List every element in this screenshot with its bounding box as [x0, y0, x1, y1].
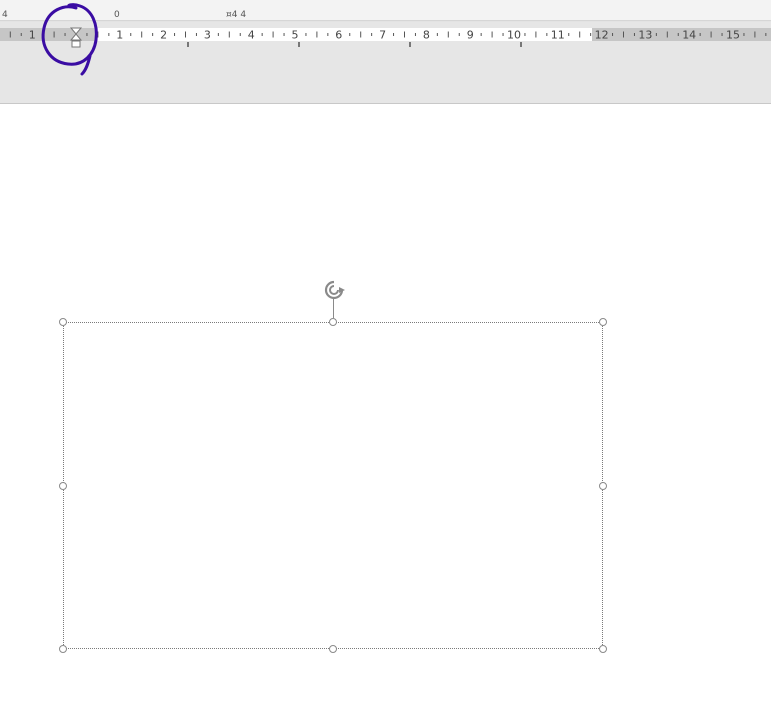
resize-handle-top[interactable]: [329, 318, 337, 326]
ruler-label: 4: [248, 29, 255, 42]
resize-handle-bottom-left[interactable]: [59, 645, 67, 653]
resize-handle-right[interactable]: [599, 482, 607, 490]
ruler-label: 14: [682, 29, 696, 42]
ruler-label: 7: [379, 29, 386, 42]
ruler-label: 6: [335, 29, 342, 42]
ruler-label: 1: [116, 29, 123, 42]
ruler-label: 2: [160, 29, 167, 42]
ruler-label: 1: [29, 29, 36, 42]
text-box-shape[interactable]: [63, 322, 603, 649]
ruler-label: 13: [638, 29, 652, 42]
ribbon-partial-mark: 4: [2, 10, 8, 20]
resize-handle-bottom-right[interactable]: [599, 645, 607, 653]
tab-stop-markers[interactable]: [187, 42, 522, 47]
resize-handle-left[interactable]: [59, 482, 67, 490]
ruler-label: 15: [726, 29, 740, 42]
resize-handle-top-left[interactable]: [59, 318, 67, 326]
horizontal-ruler[interactable]: 1 1 2 3 4 5 6 7 8 9 10 11 12 13 14 15: [0, 22, 771, 103]
ribbon-edge: 4 0 ¤4 4: [0, 0, 771, 22]
annotation-circle-mark: [41, 3, 98, 76]
ribbon-partial-mark: ¤4 4: [226, 10, 247, 20]
ruler-label: 12: [595, 29, 609, 42]
ruler-label: 11: [551, 29, 565, 42]
ruler-label: 8: [423, 29, 430, 42]
resize-handle-top-right[interactable]: [599, 318, 607, 326]
rotate-icon[interactable]: [322, 278, 346, 302]
ruler-label: 10: [507, 29, 521, 42]
ruler-label: 3: [204, 29, 211, 42]
ribbon-partial-mark: 0: [114, 10, 120, 20]
resize-handle-bottom[interactable]: [329, 645, 337, 653]
ruler-label: 9: [467, 29, 474, 42]
ruler-label: 5: [292, 29, 299, 42]
